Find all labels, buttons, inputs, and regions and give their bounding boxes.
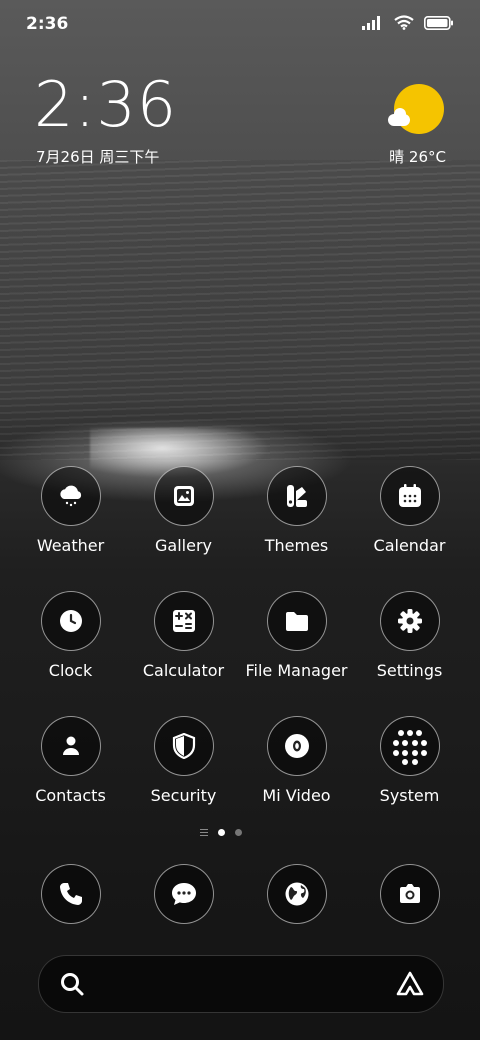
status-icons [362, 15, 454, 30]
app-calendar[interactable]: Calendar [353, 464, 466, 564]
messages-icon [171, 883, 196, 905]
app-label: Gallery [155, 536, 212, 555]
calendar-icon [398, 484, 421, 507]
app-label: Weather [36, 536, 105, 555]
gear-icon [397, 609, 422, 633]
browser-icon [285, 882, 308, 906]
app-label: System [379, 786, 440, 805]
status-time: 2:36 [26, 14, 69, 34]
page-dot-active[interactable] [218, 829, 225, 836]
app-label: Security [150, 786, 217, 805]
cloud-icon [388, 108, 410, 126]
weather-widget[interactable]: 晴 26°C [386, 82, 446, 166]
page-dot[interactable] [235, 829, 242, 836]
folder-icon [285, 612, 308, 631]
app-settings[interactable]: Settings [353, 589, 466, 689]
shield-icon [172, 733, 195, 759]
app-clock[interactable]: Clock [14, 589, 127, 689]
dock-camera[interactable] [353, 862, 466, 926]
status-bar: 2:36 [0, 0, 480, 50]
app-drawer-indicator[interactable] [200, 829, 208, 836]
wifi-icon [394, 15, 414, 30]
app-label: Mi Video [262, 786, 331, 805]
app-label: Clock [48, 661, 93, 680]
weather-icon [59, 485, 81, 507]
app-file-manager[interactable]: File Manager [240, 589, 353, 689]
phone-icon [59, 883, 82, 905]
contacts-icon [62, 736, 79, 755]
app-gallery[interactable]: Gallery [127, 464, 240, 564]
dock-messages[interactable] [127, 862, 240, 926]
dock-browser[interactable] [240, 862, 353, 926]
themes-icon [286, 485, 307, 507]
weather-widget-text: 晴 26°C [389, 148, 446, 166]
app-weather[interactable]: Weather [14, 464, 127, 564]
battery-icon [424, 15, 453, 30]
gallery-icon [173, 486, 194, 506]
signal-icon [362, 15, 380, 30]
calculator-icon [172, 610, 195, 632]
wallpaper-sea [0, 160, 480, 460]
app-label: Calculator [142, 661, 225, 680]
app-system-folder[interactable]: System [353, 714, 466, 814]
clock-widget-time[interactable]: 2:36 [34, 74, 177, 136]
camera-icon [399, 884, 420, 903]
app-mi-video[interactable]: Mi Video [240, 714, 353, 814]
search-icon[interactable] [59, 971, 85, 997]
dock [14, 862, 466, 926]
search-bar[interactable] [38, 955, 444, 1013]
app-contacts[interactable]: Contacts [14, 714, 127, 814]
video-icon [284, 734, 309, 758]
app-label: Themes [264, 536, 329, 555]
dock-phone[interactable] [14, 862, 127, 926]
app-calculator[interactable]: Calculator [127, 589, 240, 689]
clock-widget-date: 7月26日 周三下午 [36, 148, 160, 166]
clock-icon [59, 610, 82, 632]
app-label: Calendar [373, 536, 446, 555]
system-folder-icon [392, 730, 427, 765]
app-label: File Manager [245, 661, 348, 680]
page-indicator[interactable] [200, 829, 242, 836]
app-label: Contacts [35, 786, 106, 805]
assistant-icon[interactable] [395, 970, 425, 998]
app-security[interactable]: Security [127, 714, 240, 814]
app-label: Settings [376, 661, 443, 680]
app-themes[interactable]: Themes [240, 464, 353, 564]
